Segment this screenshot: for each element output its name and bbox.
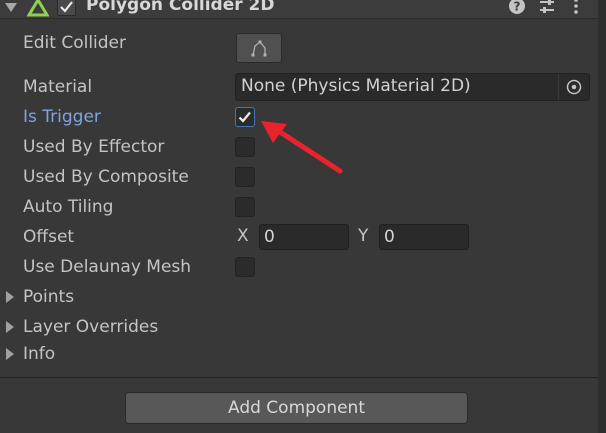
add-component-button[interactable]: Add Component [125,392,468,424]
use-delaunay-mesh-checkbox[interactable] [235,257,255,277]
used-by-effector-label: Used By Effector [23,137,165,157]
is-trigger-label: Is Trigger [23,107,101,127]
material-value: None (Physics Material 2D) [241,76,471,96]
points-foldout[interactable]: Points [23,287,74,307]
checkmark-icon [238,111,251,123]
used-by-effector-checkbox[interactable] [235,137,255,157]
used-by-composite-label: Used By Composite [23,167,189,187]
offset-y-field[interactable]: 0 [379,224,469,250]
auto-tiling-checkbox[interactable] [235,197,255,217]
use-delaunay-mesh-label: Use Delaunay Mesh [23,257,192,277]
edit-shape-icon [251,40,267,57]
material-label: Material [23,77,93,97]
component-header: Polygon Collider 2D ? [0,0,606,19]
help-icon[interactable]: ? [508,0,526,15]
points-foldout-arrow[interactable] [6,291,14,303]
object-picker-button[interactable] [558,74,589,100]
layer-overrides-foldout-arrow[interactable] [6,321,14,333]
layer-overrides-foldout[interactable]: Layer Overrides [23,317,158,337]
is-trigger-checkbox[interactable] [235,107,255,127]
checkmark-icon [60,1,73,13]
scrollbar[interactable] [598,0,606,433]
offset-y-value: 0 [384,227,395,247]
info-foldout[interactable]: Info [23,344,55,364]
fold-down-icon[interactable] [4,1,18,13]
used-by-composite-checkbox[interactable] [235,167,255,187]
offset-x-value: 0 [264,227,275,247]
component-title: Polygon Collider 2D [86,0,275,15]
auto-tiling-label: Auto Tiling [23,197,114,217]
annotation-arrow-icon [261,121,343,174]
offset-x-field[interactable]: 0 [259,224,349,250]
svg-text:?: ? [514,0,521,14]
divider [0,377,606,378]
edit-collider-button[interactable] [236,33,282,63]
edit-collider-label: Edit Collider [23,33,127,53]
presets-icon[interactable] [538,0,556,15]
material-field[interactable]: None (Physics Material 2D) [235,73,590,101]
more-options-icon[interactable] [570,0,582,15]
offset-x-label: X [237,226,249,246]
component-enabled-checkbox[interactable] [57,0,76,16]
polygon-collider-icon [27,0,49,17]
object-picker-icon [566,79,582,95]
info-foldout-arrow[interactable] [6,348,14,360]
offset-label: Offset [23,227,75,247]
offset-y-label: Y [358,226,369,246]
